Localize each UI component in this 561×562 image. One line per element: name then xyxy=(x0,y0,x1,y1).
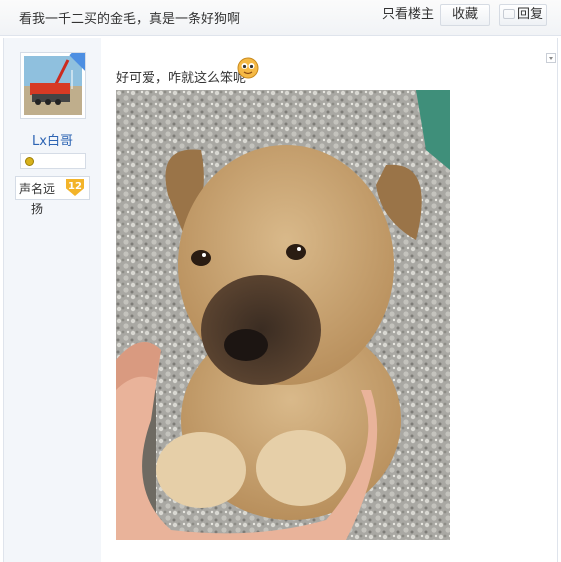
only-owner-button[interactable]: 只看楼主 xyxy=(378,4,438,26)
reply-label: 回复 xyxy=(516,7,543,22)
puppy-photo[interactable] xyxy=(116,90,450,540)
level-coin-icon xyxy=(25,157,34,166)
level-bar xyxy=(20,153,86,169)
user-sidebar: 楼主 Lx白哥 声名远 12 扬 xyxy=(4,38,101,562)
avatar-image xyxy=(24,56,82,115)
user-title-continued: 扬 xyxy=(31,202,44,216)
collapse-icon[interactable] xyxy=(546,53,556,63)
avatar[interactable]: 楼主 xyxy=(20,52,86,119)
reply-button[interactable]: 回复 xyxy=(499,4,547,26)
thread-header: 看我一千二买的金毛，真是一条好狗啊 只看楼主 收藏 回复 xyxy=(0,0,561,36)
thread-title: 看我一千二买的金毛，真是一条好狗啊 xyxy=(19,12,241,27)
reply-icon xyxy=(502,9,515,19)
level-number-badge: 12 xyxy=(66,179,84,196)
post-content-text: 好可爱，咋就这么笨呢 xyxy=(116,71,247,86)
username[interactable]: Lx白哥 xyxy=(4,130,101,149)
user-title: 声名远 xyxy=(19,182,56,196)
emoji-icon xyxy=(237,57,259,79)
post-border-right xyxy=(557,38,558,562)
user-title-badge: 声名远 12 xyxy=(15,176,90,200)
favorite-button[interactable]: 收藏 xyxy=(440,4,490,26)
